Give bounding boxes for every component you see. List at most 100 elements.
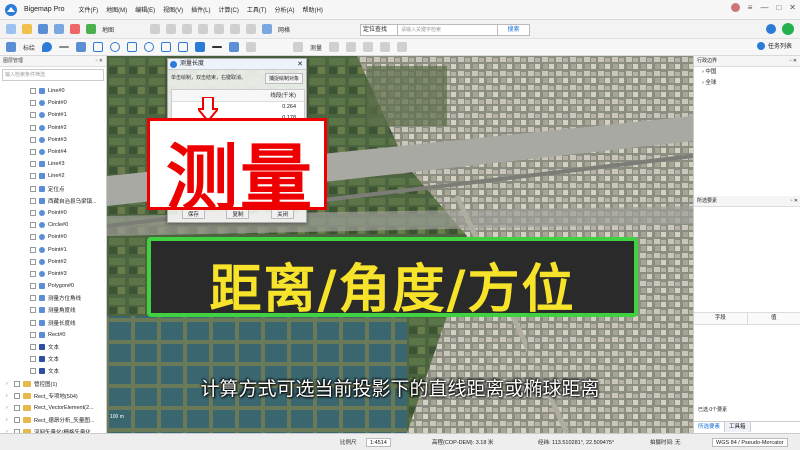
grid-icon[interactable] — [262, 24, 273, 34]
menu-edit[interactable]: 编辑(E) — [135, 5, 155, 14]
layer-item[interactable]: Point#1 — [0, 109, 106, 121]
layer-item[interactable]: Polygon#0 — [0, 280, 106, 292]
star-icon[interactable] — [161, 42, 172, 52]
layer-item[interactable]: Point#2 — [0, 256, 106, 268]
layer-item[interactable]: 测量方位角线 — [0, 292, 106, 304]
pan-icon[interactable] — [182, 24, 193, 34]
projection-select[interactable]: WGS 84 / Pseudo-Mercator — [712, 438, 788, 447]
search-input[interactable]: 请输入关键字检索 — [398, 23, 498, 36]
panel-controls-icon[interactable]: ▫ ✕ — [790, 56, 797, 66]
layer-item[interactable]: Point#0 — [0, 97, 106, 109]
layer-checkbox[interactable] — [30, 307, 36, 314]
cut-icon[interactable] — [346, 42, 357, 52]
layers-icon[interactable] — [230, 24, 241, 34]
new-file-icon[interactable] — [6, 24, 16, 34]
layer-search-input[interactable]: 输入检索条件筛选 — [2, 69, 104, 81]
rect-icon[interactable] — [93, 42, 104, 52]
task-list-button[interactable]: 任务列表 — [756, 41, 792, 50]
menu-plugin[interactable]: 插件(L) — [191, 5, 210, 14]
redo-icon[interactable] — [70, 24, 80, 34]
minimize-icon[interactable]: — — [760, 3, 768, 12]
dialog-close-icon[interactable]: ✕ — [297, 59, 303, 70]
dialog-titlebar[interactable]: 测量长度 ✕ — [168, 59, 306, 70]
scale-select[interactable]: 1:4514 — [366, 438, 391, 447]
menu-file[interactable]: 文件(F) — [78, 5, 98, 14]
layer-item[interactable]: Point#1 — [0, 243, 106, 255]
menu-view[interactable]: 视图(V) — [163, 5, 183, 14]
layer-item[interactable]: Circle#0 — [0, 219, 106, 231]
wechat-icon[interactable] — [782, 23, 794, 35]
layer-group[interactable]: › Rect_VectorElement(2... — [0, 402, 106, 414]
open-folder-icon[interactable] — [22, 24, 32, 34]
layer-item[interactable]: 测量角度线 — [0, 304, 106, 316]
layer-checkbox[interactable] — [30, 258, 36, 265]
plot-label[interactable]: 标绘 — [23, 43, 35, 52]
avatar[interactable] — [730, 3, 740, 12]
sector-icon[interactable] — [178, 42, 189, 52]
search-button[interactable]: 搜索 — [498, 23, 530, 36]
panel-controls-icon[interactable]: ▫ ✕ — [96, 56, 103, 66]
tree-item-global[interactable]: › 全球 — [694, 78, 800, 89]
layer-checkbox[interactable] — [30, 209, 36, 216]
layer-checkbox[interactable] — [30, 331, 36, 338]
layer-item[interactable]: 测量长度线 — [0, 317, 106, 329]
layer-item[interactable]: 文本 — [0, 341, 106, 353]
menu-map[interactable]: 地图(M) — [106, 5, 127, 14]
layer-item[interactable]: Point#0 — [0, 231, 106, 243]
layer-checkbox[interactable] — [30, 222, 36, 229]
layer-item[interactable]: 文本 — [0, 353, 106, 365]
layer-checkbox[interactable] — [30, 246, 36, 253]
layer-item[interactable]: Point#2 — [0, 122, 106, 134]
layer-item[interactable]: 定位点 — [0, 183, 106, 195]
tree-item-china[interactable]: › 中国 — [694, 67, 800, 78]
edit-icon[interactable] — [246, 42, 257, 52]
layer-checkbox[interactable] — [30, 356, 36, 363]
circle-icon[interactable] — [110, 42, 121, 52]
menu-analysis[interactable]: 分析(A) — [275, 5, 295, 14]
layer-checkbox[interactable] — [30, 185, 36, 192]
plot-icon[interactable] — [6, 42, 16, 52]
layer-item[interactable]: 西藏自治县乌梁镇... — [0, 195, 106, 207]
tab-selected-features[interactable]: 所选要素 — [694, 422, 726, 432]
layer-checkbox[interactable] — [30, 197, 36, 204]
buffer-icon[interactable] — [380, 42, 391, 52]
layer-checkbox[interactable] — [30, 270, 36, 277]
arrow-icon[interactable] — [212, 46, 223, 48]
globe-icon[interactable] — [766, 24, 776, 34]
save-icon[interactable] — [38, 24, 48, 34]
layer-checkbox[interactable] — [14, 417, 20, 424]
menu-tools[interactable]: 工具(T) — [247, 5, 267, 14]
layer-checkbox[interactable] — [30, 234, 36, 241]
fullscreen-icon[interactable] — [198, 24, 209, 34]
grid-label[interactable]: 网格 — [278, 25, 290, 34]
layer-checkbox[interactable] — [30, 344, 36, 351]
polygon-icon[interactable] — [127, 42, 138, 52]
layer-checkbox[interactable] — [30, 88, 36, 95]
layer-checkbox[interactable] — [30, 319, 36, 326]
home-icon[interactable] — [246, 24, 257, 34]
export-icon[interactable] — [397, 42, 408, 52]
menu-icon[interactable]: ≡ — [748, 3, 753, 12]
menu-calc[interactable]: 计算(C) — [218, 5, 238, 14]
tab-toolbox[interactable]: 工具箱 — [725, 422, 751, 432]
expand-arrow-icon[interactable]: › — [6, 417, 12, 423]
layer-item[interactable]: Point#0 — [0, 207, 106, 219]
layer-checkbox[interactable] — [30, 112, 36, 119]
measure-label[interactable]: 测量 — [310, 43, 322, 52]
layer-item[interactable]: Line#0 — [0, 85, 106, 97]
undo-icon[interactable] — [54, 24, 64, 34]
map-label[interactable]: 地图 — [102, 25, 114, 34]
measure-icon[interactable] — [293, 42, 304, 52]
layer-item[interactable]: Rect#0 — [0, 329, 106, 341]
layer-checkbox[interactable] — [30, 149, 36, 156]
layer-item[interactable]: Point#3 — [0, 134, 106, 146]
layer-item[interactable]: Line#3 — [0, 158, 106, 170]
menu-help[interactable]: 帮助(H) — [303, 5, 323, 14]
text-icon[interactable] — [195, 42, 206, 52]
layer-item[interactable]: Point#4 — [0, 146, 106, 158]
layer-item[interactable]: Point#3 — [0, 268, 106, 280]
layer-checkbox[interactable] — [30, 136, 36, 143]
layer-item[interactable]: Line#2 — [0, 170, 106, 182]
polyline-icon[interactable] — [76, 42, 87, 52]
layer-checkbox[interactable] — [30, 161, 36, 168]
